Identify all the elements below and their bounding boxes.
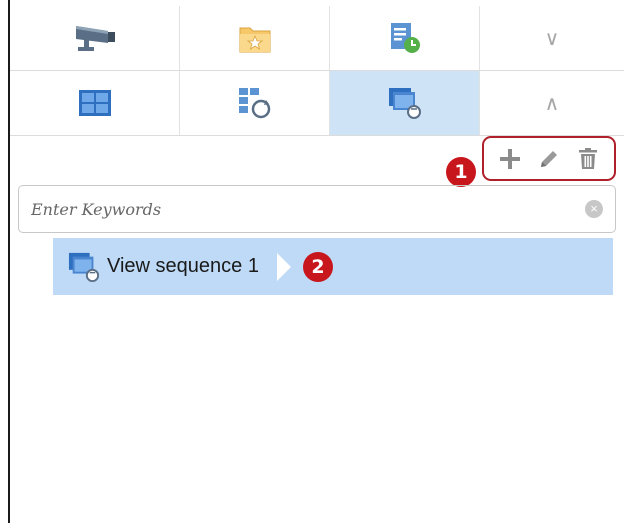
tab-schedule[interactable] xyxy=(330,6,480,70)
delete-button[interactable] xyxy=(573,144,603,174)
delete-icon xyxy=(579,147,598,169)
view-rotate-icon xyxy=(238,88,270,119)
list-item[interactable]: View sequence 1 2 xyxy=(53,238,613,295)
favorite-folder-icon xyxy=(239,27,270,53)
tab-collapse-toggle[interactable]: ∧ xyxy=(480,71,624,135)
view-sequence-icon xyxy=(388,88,421,119)
tab-row-2: ∧ 1 xyxy=(10,71,624,187)
callout-badge-1: 1 xyxy=(446,157,476,187)
edit-button[interactable] xyxy=(534,144,564,174)
tab-view-sequence[interactable] xyxy=(330,71,480,135)
chevron-down-icon: ∨ xyxy=(544,27,560,50)
callout-badge-2: 2 xyxy=(302,251,333,282)
search-input[interactable] xyxy=(19,186,585,232)
sequence-toolbar xyxy=(482,136,616,181)
tab-expand-toggle[interactable]: ∨ xyxy=(480,6,624,70)
camera-icon xyxy=(75,26,115,51)
tab-camera[interactable] xyxy=(10,6,180,70)
chevron-up-icon: ∧ xyxy=(544,92,560,115)
view-sequence-icon xyxy=(68,252,100,282)
tab-row-1: ∨ xyxy=(10,6,624,71)
tab-view[interactable] xyxy=(10,71,180,135)
clear-search-icon[interactable]: × xyxy=(585,200,603,218)
tab-view-rotate[interactable] xyxy=(180,71,330,135)
list-item-label: View sequence 1 xyxy=(107,255,259,277)
edit-icon xyxy=(540,150,557,167)
expand-arrow-icon[interactable] xyxy=(276,252,291,281)
search-box: × xyxy=(18,185,616,233)
view-grid-icon xyxy=(78,90,111,116)
add-icon xyxy=(499,148,520,169)
add-button[interactable] xyxy=(495,144,525,174)
tab-favorites[interactable] xyxy=(180,6,330,70)
schedule-view-icon xyxy=(390,23,420,53)
view-sequence-panel: ∨ ∧ 1 Enter Keywords × View sequence 1 2 xyxy=(8,0,624,523)
